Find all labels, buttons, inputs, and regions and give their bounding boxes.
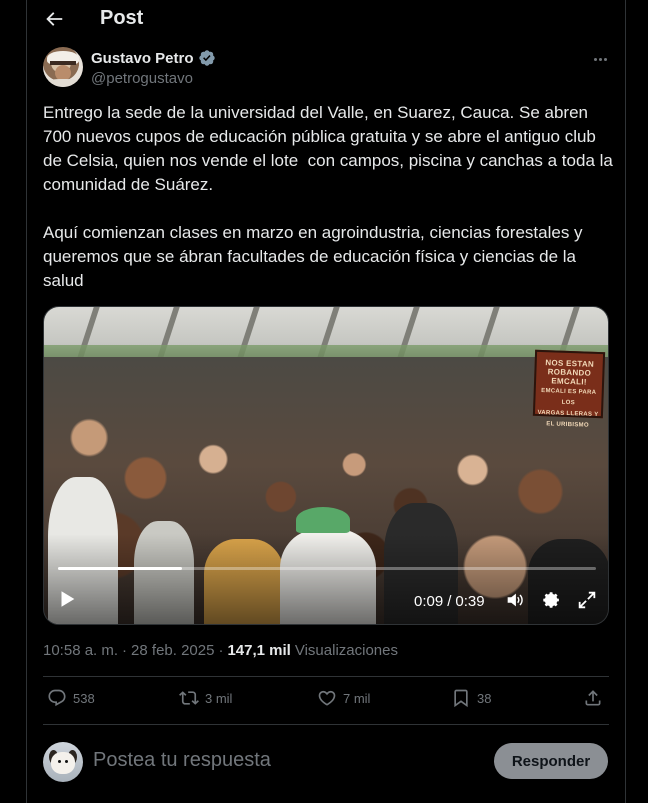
video-timestamp: 0:09 / 0:39 <box>414 593 485 610</box>
divider <box>43 676 609 677</box>
video-frame: NOS ESTAN ROBANDO EMCALI! EMCALI ES PARA… <box>44 307 608 624</box>
avatar-dog-face <box>51 752 75 774</box>
avatar-shirt <box>45 79 81 87</box>
post-meta: 10:58 a. m. · 28 feb. 2025 · 147,1 mil V… <box>43 642 398 659</box>
protest-sign: NOS ESTAN ROBANDO EMCALI! EMCALI ES PARA… <box>532 349 606 429</box>
author-handle[interactable]: @petrogustavo <box>91 70 193 87</box>
volume-button[interactable] <box>504 589 526 611</box>
views-label: Visualizaciones <box>294 642 398 659</box>
divider <box>43 724 609 725</box>
sign-line: EMCALI! <box>551 376 587 387</box>
page-title: Post <box>100 7 144 29</box>
author-name-row: Gustavo Petro <box>91 49 216 67</box>
video-player[interactable]: NOS ESTAN ROBANDO EMCALI! EMCALI ES PARA… <box>43 306 609 625</box>
sign-line: VARGAS LLERAS Y <box>537 409 599 419</box>
video-progress-bar[interactable] <box>58 567 596 570</box>
reply-submit-button[interactable]: Responder <box>494 743 608 779</box>
more-icon-dot <box>598 57 602 61</box>
video-duration: 0:39 <box>455 593 485 610</box>
post-header: Post <box>27 0 625 38</box>
like-count: 7 mil <box>343 690 371 706</box>
reply-icon <box>48 689 66 707</box>
post-date[interactable]: 28 feb. 2025 <box>131 642 214 659</box>
author-avatar[interactable] <box>43 47 83 87</box>
like-button[interactable]: 7 mil <box>317 688 370 708</box>
share-icon <box>585 690 601 706</box>
meta-dot: · <box>122 642 128 659</box>
action-bar: 538 3 mil 7 mil 38 <box>43 688 609 714</box>
arrow-left-icon <box>46 12 63 26</box>
sign-line: EL URIBISMO <box>546 421 589 429</box>
bookmark-count: 38 <box>477 690 492 706</box>
avatar-dog-eye <box>58 760 61 763</box>
expand-icon <box>578 591 596 609</box>
views-count: 147,1 mil <box>227 642 291 659</box>
gear-icon <box>543 592 559 608</box>
volume-icon <box>507 593 523 607</box>
heart-icon <box>318 690 336 706</box>
post-time[interactable]: 10:58 a. m. <box>43 642 118 659</box>
reply-count: 538 <box>73 690 95 706</box>
video-time-separator: / <box>447 593 452 610</box>
reply-button[interactable]: 538 <box>47 688 95 708</box>
meta-dot: · <box>218 642 224 659</box>
verified-badge-icon <box>198 50 215 66</box>
tweet-text: Entrego la sede de la universidad del Va… <box>43 101 613 293</box>
more-icon-dot <box>603 57 607 61</box>
more-icon <box>593 57 597 61</box>
sign-line: EMCALI ES PARA LOS <box>541 388 597 407</box>
repost-button[interactable]: 3 mil <box>179 688 232 708</box>
video-green-cap <box>296 507 350 533</box>
play-icon <box>61 591 75 607</box>
share-button[interactable] <box>583 688 603 708</box>
settings-button[interactable] <box>540 589 562 611</box>
repost-count: 3 mil <box>205 690 233 706</box>
back-button[interactable] <box>43 6 69 32</box>
user-avatar[interactable] <box>43 742 83 782</box>
tweet-paragraph: Aquí comienzan clases en marzo en agroin… <box>43 223 588 290</box>
repost-icon <box>179 691 199 705</box>
video-progress-fill <box>58 567 182 570</box>
play-button[interactable] <box>56 588 78 610</box>
tweet-paragraph: Entrego la sede de la universidad del Va… <box>43 103 618 194</box>
bookmark-icon <box>454 689 468 708</box>
fullscreen-button[interactable] <box>576 589 598 611</box>
more-button[interactable] <box>589 52 611 66</box>
video-current-time: 0:09 <box>414 593 444 610</box>
avatar-dog-eye <box>65 760 68 763</box>
author-name[interactable]: Gustavo Petro <box>91 50 194 67</box>
bookmark-button[interactable]: 38 <box>451 688 491 708</box>
reply-input[interactable] <box>93 749 473 772</box>
post-column: Post Gustavo Petro @petrogustavo Entrego… <box>26 0 626 803</box>
